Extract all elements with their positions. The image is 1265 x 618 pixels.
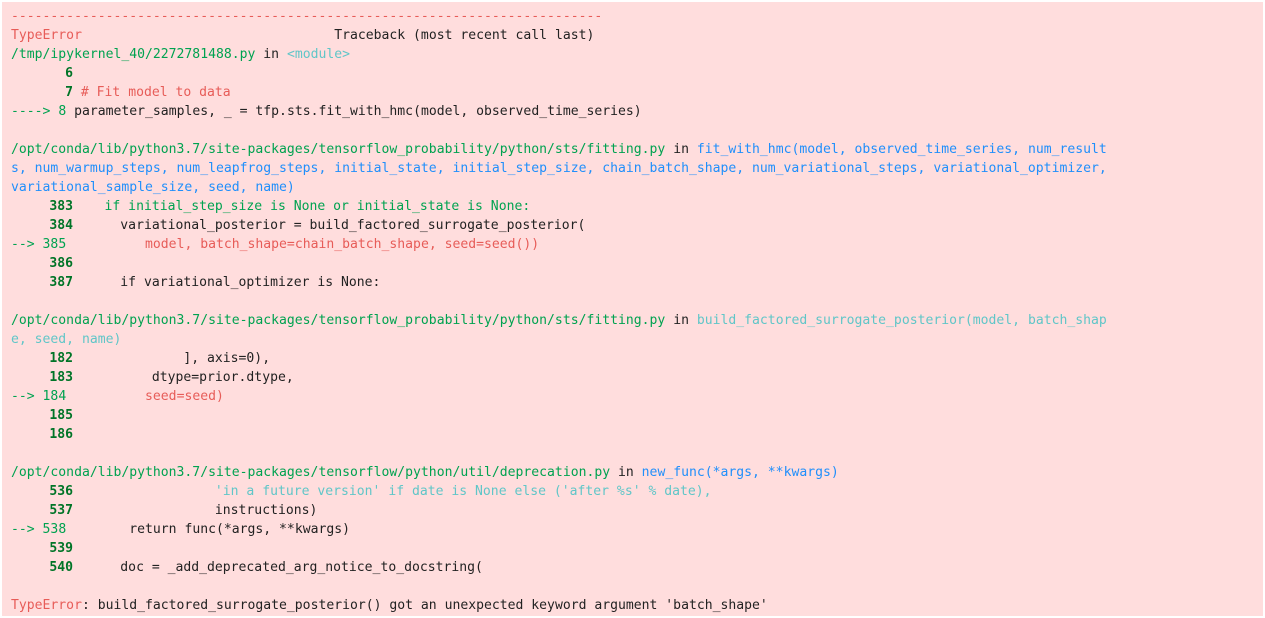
code-line: model, batch_shape=chain_batch_shape, se… xyxy=(66,237,540,252)
traceback-text: ----------------------------------------… xyxy=(11,9,1107,613)
line-number: 386 xyxy=(49,256,73,271)
line-number: 384 xyxy=(49,218,73,233)
frame-function: build_factored_surrogate_posterior(model… xyxy=(696,313,1107,328)
code-line: if variational_optimizer is None: xyxy=(73,275,381,290)
line-number: 536 xyxy=(49,484,73,499)
line-number: 540 xyxy=(49,560,73,575)
code-line: 'in a future version' if date is None el… xyxy=(73,484,712,499)
frame-signature-cont: variational_sample_size, seed, name) xyxy=(11,180,295,195)
line-number: 538 xyxy=(42,522,67,537)
frame-signature-cont: s, num_warmup_steps, num_leapfrog_steps,… xyxy=(11,161,1107,176)
frame-file: /opt/conda/lib/python3.7/site-packages/t… xyxy=(11,142,666,157)
code-line: parameter_samples, _ = tfp.sts.fit_with_… xyxy=(74,104,642,119)
code-line: seed=seed) xyxy=(66,389,224,404)
line-number: 183 xyxy=(49,370,73,385)
code-line: if initial_step_size is None or initial_… xyxy=(73,199,531,214)
current-line-arrow: --> xyxy=(11,389,43,404)
current-line-arrow: --> xyxy=(11,237,43,252)
frame-function: <module> xyxy=(286,47,351,62)
error-type-header: TypeError xyxy=(11,28,82,43)
separator-line: ----------------------------------------… xyxy=(11,9,603,24)
code-comment: # Fit model to data xyxy=(80,85,231,100)
line-number: 387 xyxy=(49,275,73,290)
line-number: 185 xyxy=(49,408,73,423)
line-number: 8 xyxy=(58,104,67,119)
line-number: 184 xyxy=(42,389,67,404)
code-line: ], axis=0), xyxy=(73,351,271,366)
code-line: instructions) xyxy=(73,503,318,518)
current-line-arrow: ----> xyxy=(11,104,59,119)
code-line: doc = _add_deprecated_arg_notice_to_docs… xyxy=(73,560,483,575)
frame-file: /opt/conda/lib/python3.7/site-packages/t… xyxy=(11,313,666,328)
line-number: 186 xyxy=(49,427,73,442)
final-error-type: TypeError xyxy=(11,598,82,613)
code-line: return func(*args, **kwargs) xyxy=(66,522,350,537)
line-number: 537 xyxy=(49,503,73,518)
line-number: 539 xyxy=(49,541,73,556)
traceback-title: Traceback (most recent call last) xyxy=(334,28,595,43)
final-error-message: : build_factored_surrogate_posterior() g… xyxy=(81,598,768,613)
code-line: dtype=prior.dtype, xyxy=(73,370,294,385)
frame-file: /opt/conda/lib/python3.7/site-packages/t… xyxy=(11,465,611,480)
frame-signature-cont: e, seed, name) xyxy=(11,332,122,347)
line-number: 182 xyxy=(49,351,73,366)
frame-file: /tmp/ipykernel_40/2272781488.py xyxy=(11,47,256,62)
line-number: 383 xyxy=(49,199,73,214)
frame-function: new_func(*args, **kwargs) xyxy=(641,465,839,480)
current-line-arrow: --> xyxy=(11,522,43,537)
line-number: 7 xyxy=(65,85,73,100)
line-number: 385 xyxy=(42,237,67,252)
code-line: variational_posterior = build_factored_s… xyxy=(73,218,586,233)
line-number: 6 xyxy=(65,66,73,81)
frame-function: fit_with_hmc(model, observed_time_series… xyxy=(696,142,1107,157)
traceback-output: ----------------------------------------… xyxy=(2,2,1263,616)
